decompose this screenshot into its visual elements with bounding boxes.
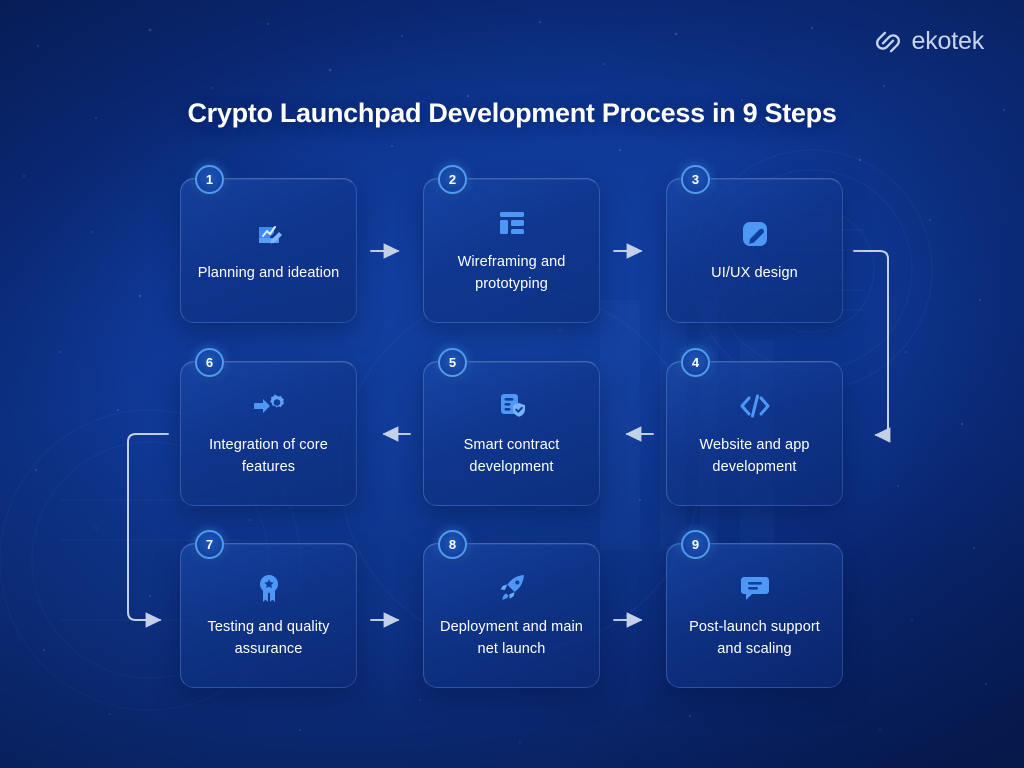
step-badge-7: 7 bbox=[195, 530, 224, 559]
step-label-1: Planning and ideation bbox=[198, 263, 340, 284]
process-step-grid: 1 Planning and ideation 2 bbox=[0, 0, 1024, 768]
step-label-7: Testing and quality assurance bbox=[191, 617, 346, 659]
rocket-icon bbox=[497, 571, 527, 605]
step-card-8[interactable]: 8 Deployment and main net launch bbox=[423, 543, 600, 688]
step-badge-8: 8 bbox=[438, 530, 467, 559]
step-badge-9: 9 bbox=[681, 530, 710, 559]
step-label-9: Post-launch support and scaling bbox=[677, 617, 832, 659]
pen-square-icon bbox=[740, 217, 770, 251]
step-badge-6: 6 bbox=[195, 348, 224, 377]
step-badge-2: 2 bbox=[438, 165, 467, 194]
step-badge-4: 4 bbox=[681, 348, 710, 377]
infographic-canvas: ekotek Crypto Launchpad Development Proc… bbox=[0, 0, 1024, 768]
step-label-8: Deployment and main net launch bbox=[434, 617, 589, 659]
step-badge-3: 3 bbox=[681, 165, 710, 194]
step-card-9[interactable]: 9 Post-launch support and scaling bbox=[666, 543, 843, 688]
step-badge-1: 1 bbox=[195, 165, 224, 194]
step-card-1[interactable]: 1 Planning and ideation bbox=[180, 178, 357, 323]
step-card-3[interactable]: 3 UI/UX design bbox=[666, 178, 843, 323]
document-shield-check-icon bbox=[497, 389, 527, 423]
arrow-gear-icon bbox=[252, 389, 286, 423]
chart-pen-icon bbox=[253, 217, 285, 251]
layout-grid-icon bbox=[497, 206, 527, 240]
chat-bubble-icon bbox=[740, 571, 770, 605]
step-label-2: Wireframing and prototyping bbox=[434, 252, 589, 294]
award-medal-star-icon bbox=[256, 571, 282, 605]
step-label-6: Integration of core features bbox=[191, 435, 346, 477]
step-card-7[interactable]: 7 Testing and quality assurance bbox=[180, 543, 357, 688]
step-label-3: UI/UX design bbox=[711, 263, 798, 284]
step-card-6[interactable]: 6 Integration of core features bbox=[180, 361, 357, 506]
step-label-5: Smart contract development bbox=[434, 435, 589, 477]
step-label-4: Website and app development bbox=[677, 435, 832, 477]
step-card-2[interactable]: 2 Wireframing and prototyping bbox=[423, 178, 600, 323]
step-badge-5: 5 bbox=[438, 348, 467, 377]
step-card-4[interactable]: 4 Website and app development bbox=[666, 361, 843, 506]
step-card-5[interactable]: 5 Smart contract development bbox=[423, 361, 600, 506]
code-brackets-icon bbox=[738, 389, 772, 423]
